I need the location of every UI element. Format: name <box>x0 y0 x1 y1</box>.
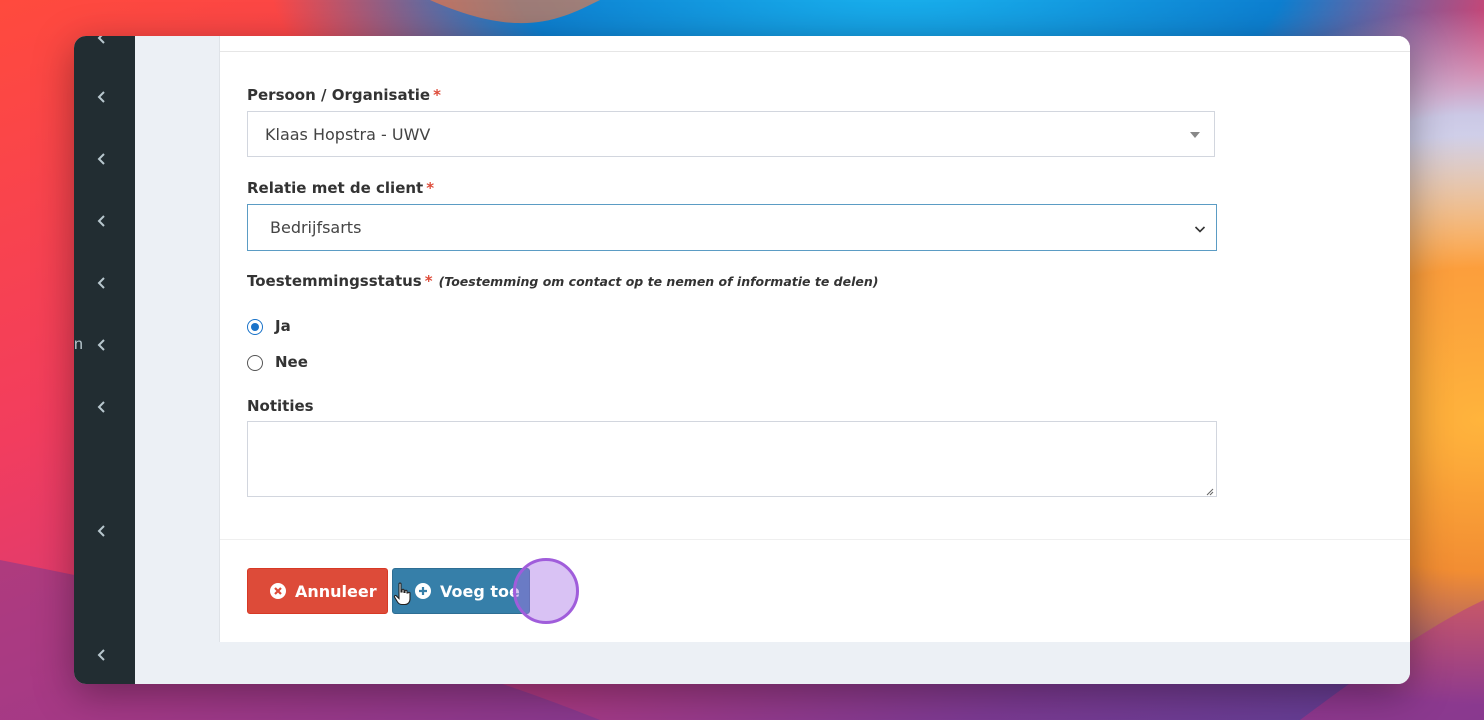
radio-ja[interactable] <box>247 319 263 335</box>
content-area: Persoon / Organisatie * Klaas Hopstra - U… <box>135 36 1410 684</box>
sidebar-chevron-left-icon[interactable] <box>96 648 108 662</box>
times-circle-icon <box>270 583 286 599</box>
cancel-button[interactable]: Annuleer <box>247 568 388 614</box>
add-button[interactable]: Voeg toe <box>392 568 530 614</box>
sidebar-chevron-left-icon[interactable] <box>96 214 108 228</box>
radio-ja-label[interactable]: Ja <box>275 317 291 335</box>
chevron-down-icon <box>1194 222 1206 234</box>
cancel-button-label: Annuleer <box>295 581 377 601</box>
notes-label: Notities <box>247 397 314 415</box>
person-label: Persoon / Organisatie * <box>247 86 441 104</box>
required-marker: * <box>424 272 433 290</box>
sidebar-chevron-left-icon[interactable] <box>96 152 108 166</box>
relation-select-value: Bedrijfsarts <box>270 218 362 237</box>
sidebar: n <box>74 36 135 684</box>
relation-select[interactable]: Bedrijfsarts <box>247 204 1217 251</box>
app-window: n Persoon / Organisatie * Klaas Hopstra … <box>74 36 1410 684</box>
required-marker: * <box>433 86 441 104</box>
form-panel: Persoon / Organisatie * Klaas Hopstra - U… <box>219 36 1410 642</box>
resize-grip-icon[interactable] <box>1204 483 1214 496</box>
sidebar-clipped-text: n <box>74 336 83 353</box>
sidebar-chevron-left-icon[interactable] <box>96 524 108 538</box>
required-marker: * <box>426 179 435 197</box>
sidebar-chevron-left-icon[interactable] <box>96 90 108 104</box>
plus-circle-icon <box>415 583 431 599</box>
relation-label-text: Relatie met de client <box>247 179 424 197</box>
add-button-label: Voeg toe <box>440 581 520 601</box>
divider <box>220 539 1410 540</box>
caret-down-icon <box>1190 132 1200 138</box>
radio-nee-label[interactable]: Nee <box>275 353 308 371</box>
sidebar-chevron-left-icon[interactable] <box>96 338 108 352</box>
consent-hint: (Toestemming om contact op te nemen of i… <box>438 274 879 289</box>
notes-textarea[interactable] <box>247 421 1217 497</box>
consent-label: Toestemmingsstatus * (Toestemming om conta… <box>247 272 878 290</box>
divider <box>220 51 1410 52</box>
person-select-value: Klaas Hopstra - UWV <box>265 125 431 144</box>
notes-label-text: Notities <box>247 397 314 415</box>
person-select[interactable]: Klaas Hopstra - UWV <box>247 111 1215 157</box>
sidebar-chevron-left-icon[interactable] <box>96 276 108 290</box>
radio-nee[interactable] <box>247 355 263 371</box>
person-label-text: Persoon / Organisatie <box>247 86 431 104</box>
relation-label: Relatie met de client * <box>247 179 434 197</box>
sidebar-chevron-left-icon[interactable] <box>96 400 108 414</box>
sidebar-chevron-left-icon[interactable] <box>96 36 108 45</box>
consent-label-text: Toestemmingsstatus <box>247 272 422 290</box>
